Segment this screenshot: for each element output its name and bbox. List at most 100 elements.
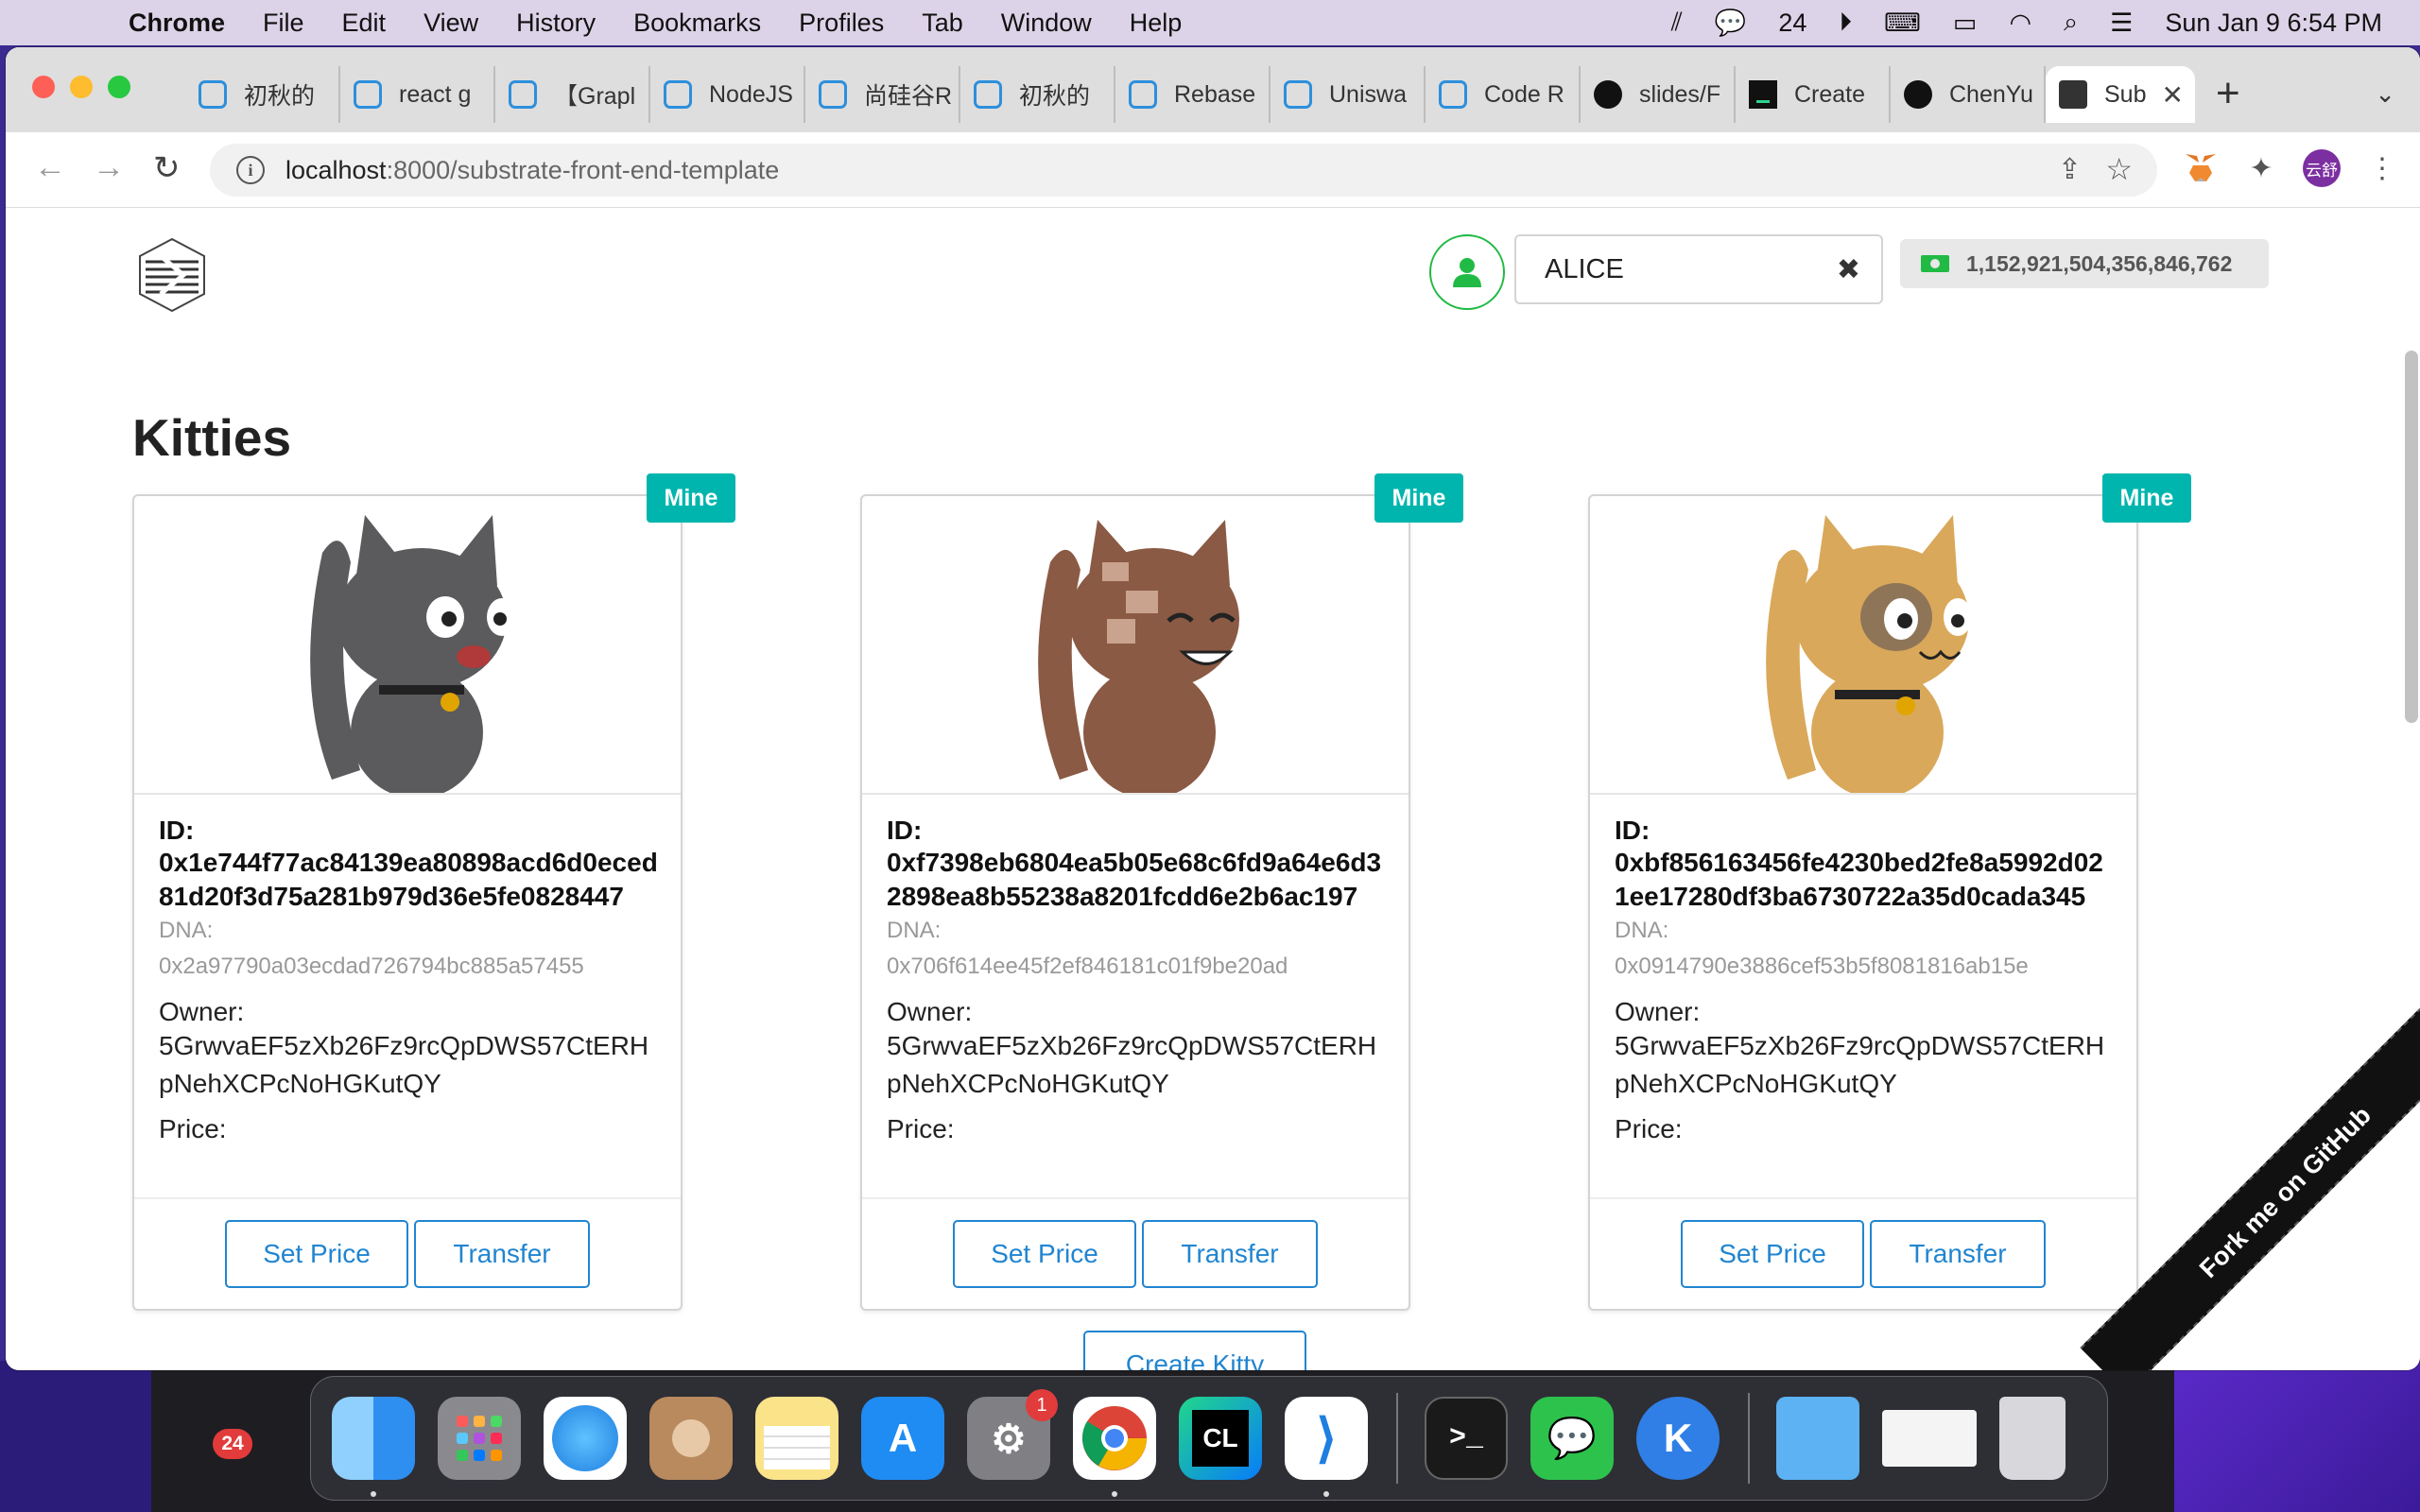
tab-11[interactable]: Create [1736, 66, 1891, 123]
page-scrollbar[interactable] [2405, 351, 2418, 723]
tab-active[interactable]: Sub ✕ [2046, 66, 2195, 123]
terminal-icon [1749, 80, 1777, 109]
tab-5[interactable]: 尚硅谷R [805, 66, 960, 123]
account-selector[interactable]: ALICE ✖ [1514, 234, 1883, 304]
owner-label: Owner: [1615, 997, 1701, 1026]
create-kitty-button[interactable]: Create Kitty [1083, 1331, 1306, 1370]
tab-title: 初秋的 [244, 83, 316, 110]
safari-icon[interactable] [544, 1397, 627, 1480]
media-play-icon[interactable]: ⏵ [1839, 8, 1852, 38]
menu-bookmarks[interactable]: Bookmarks [633, 9, 761, 38]
spotlight-search-icon[interactable]: ⌕ [2064, 8, 2078, 38]
klack-icon[interactable]: K [1636, 1397, 1720, 1480]
transfer-button[interactable]: Transfer [414, 1220, 590, 1288]
back-button[interactable]: ← [34, 149, 66, 186]
dna-label: DNA: [159, 918, 214, 943]
new-tab-button[interactable]: + [2216, 70, 2240, 117]
terminal-icon[interactable]: >_ [1425, 1397, 1508, 1480]
running-indicator [1112, 1491, 1117, 1497]
wechat-status-icon[interactable]: 💬 [1715, 8, 1747, 38]
wifi-icon[interactable]: ◠ [2009, 9, 2031, 38]
launchpad-icon[interactable] [438, 1397, 521, 1480]
contacts-icon[interactable] [649, 1397, 733, 1480]
metamask-icon[interactable] [2182, 149, 2220, 187]
url-path: :8000/substrate-front-end-template [386, 155, 780, 184]
price-label: Price: [1615, 1114, 2116, 1144]
menu-app-name[interactable]: Chrome [129, 9, 225, 38]
dock: A ⚙ 1 CL ⟩ >_ 💬 K [310, 1376, 2108, 1501]
battery-icon[interactable]: ▭ [1953, 9, 1978, 38]
price-label-text: Price: [159, 1114, 227, 1143]
menu-help[interactable]: Help [1130, 9, 1183, 38]
folder-icon[interactable] [1776, 1397, 1859, 1480]
close-tab-icon[interactable]: ✕ [2161, 79, 2183, 111]
menu-view[interactable]: View [424, 9, 478, 38]
notes-icon[interactable] [755, 1397, 838, 1480]
tab-9[interactable]: Code R [1426, 66, 1581, 123]
wechat-icon[interactable]: 💬 [1530, 1397, 1614, 1480]
profile-avatar[interactable]: 云舒 [2303, 149, 2341, 187]
set-price-button[interactable]: Set Price [953, 1220, 1136, 1288]
tab-7[interactable]: Rebase [1115, 66, 1270, 123]
window-preview-icon[interactable] [1882, 1410, 1977, 1467]
menu-edit[interactable]: Edit [342, 9, 387, 38]
finder-icon[interactable] [332, 1397, 415, 1497]
app-store-icon[interactable]: A [861, 1397, 944, 1480]
tab-8[interactable]: Uniswa [1270, 66, 1426, 123]
transfer-button[interactable]: Transfer [1142, 1220, 1318, 1288]
tab-4[interactable]: NodeJS [650, 66, 805, 123]
input-method-icon[interactable]: ⌨ [1884, 9, 1921, 38]
page-content: ALICE ✖ 1,152,921,504,356,846,762 Kittie… [6, 209, 2420, 1370]
chrome-icon[interactable] [1073, 1397, 1156, 1497]
clock[interactable]: Sun Jan 9 6:54 PM [2165, 9, 2382, 38]
clear-account-icon[interactable]: ✖ [1837, 253, 1860, 286]
extensions-puzzle-icon[interactable]: ✦ [2242, 149, 2280, 187]
tab-2[interactable]: react g [340, 66, 495, 123]
set-price-button[interactable]: Set Price [225, 1220, 408, 1288]
share-icon[interactable]: ⇪ [2058, 153, 2082, 186]
running-indicator [1323, 1491, 1329, 1497]
transfer-button[interactable]: Transfer [1870, 1220, 2046, 1288]
control-center-icon[interactable]: ☰ [2110, 9, 2133, 38]
price-label: Price: [159, 1114, 660, 1144]
tab-1[interactable]: 初秋的 [185, 66, 340, 123]
tab-10[interactable]: slides/F [1581, 66, 1736, 123]
address-bar[interactable]: i localhost:8000/substrate-front-end-tem… [210, 144, 2157, 197]
wave-app-icon[interactable]: ⫽ [1671, 8, 1683, 38]
id-label: ID: [1615, 816, 1651, 845]
zoom-window-button[interactable] [108, 76, 130, 98]
kitty-card: Mine ID: 0xbf856163456fe4230bed2fe8a5992… [1588, 473, 2191, 1311]
account-user-icon[interactable] [1429, 234, 1505, 310]
bookmark-star-icon[interactable]: ☆ [2105, 151, 2133, 187]
reload-button[interactable]: ↻ [153, 149, 181, 187]
menu-profiles[interactable]: Profiles [799, 9, 884, 38]
system-preferences-icon[interactable]: ⚙ 1 [967, 1389, 1058, 1480]
tab-search-chevron-icon[interactable]: ⌄ [2375, 79, 2395, 109]
tab-title: 初秋的 [1019, 83, 1091, 110]
tab-6[interactable]: 初秋的 [960, 66, 1115, 123]
vscode-icon[interactable]: ⟩ [1285, 1397, 1368, 1497]
price-label-text: Price: [1615, 1114, 1683, 1143]
set-price-button[interactable]: Set Price [1681, 1220, 1864, 1288]
tab-3[interactable]: 【Grapl [495, 66, 650, 123]
minimize-window-button[interactable] [70, 76, 93, 98]
menu-history[interactable]: History [516, 9, 596, 38]
bilibili-icon [1284, 80, 1312, 109]
card-actions: Set Price Transfer [862, 1197, 1409, 1309]
menu-window[interactable]: Window [1001, 9, 1092, 38]
site-info-icon[interactable]: i [236, 156, 265, 184]
close-window-button[interactable] [32, 76, 55, 98]
url-text[interactable]: localhost:8000/substrate-front-end-templ… [285, 156, 779, 185]
card-actions: Set Price Transfer [134, 1197, 681, 1309]
more-menu-icon[interactable]: ⋮ [2363, 149, 2401, 187]
clion-icon[interactable]: CL [1179, 1397, 1262, 1480]
tab-12[interactable]: ChenYu [1891, 66, 2046, 123]
bilibili-icon [354, 80, 382, 109]
menu-tab[interactable]: Tab [922, 9, 963, 38]
dock-separator [1396, 1393, 1398, 1484]
forward-button[interactable]: → [93, 149, 125, 186]
kitty-id: 0xf7398eb6804ea5b05e68c6fd9a64e6d32898ea… [887, 848, 1382, 911]
menu-file[interactable]: File [263, 9, 304, 38]
trash-icon[interactable] [1999, 1397, 2066, 1480]
kitty-id: 0xbf856163456fe4230bed2fe8a5992d021ee172… [1615, 848, 2103, 911]
